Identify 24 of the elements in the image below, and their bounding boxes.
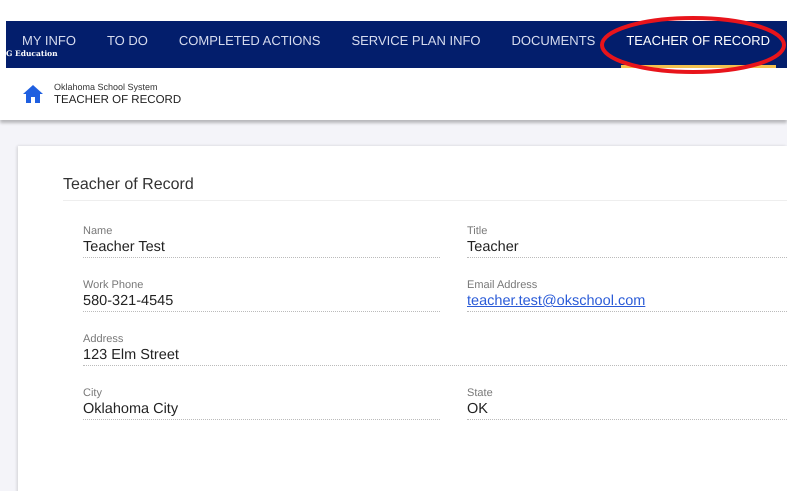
section-title: Teacher of Record xyxy=(63,176,787,201)
page-title: TEACHER OF RECORD xyxy=(54,94,182,106)
field-label: Name xyxy=(83,225,114,237)
nav-tab[interactable]: MY INFO xyxy=(22,34,76,48)
field-value: Teacher xyxy=(467,239,520,255)
nav-tab[interactable]: SERVICE PLAN INFO xyxy=(351,34,481,48)
home-icon[interactable] xyxy=(22,84,44,104)
field-label: Email Address xyxy=(467,279,538,291)
nav-tab[interactable]: TO DO xyxy=(106,34,148,48)
field-label: Work Phone xyxy=(83,279,144,291)
field-value: OK xyxy=(467,401,489,417)
field-label: Title xyxy=(467,225,488,237)
email-link[interactable]: teacher.test@okschool.com xyxy=(467,293,646,309)
field-label: City xyxy=(83,387,103,399)
field-value: Teacher Test xyxy=(83,239,166,255)
nav-tab[interactable]: DOCUMENTS xyxy=(512,34,596,48)
field-value: 580-321-4545 xyxy=(83,293,174,309)
field-label: State xyxy=(467,387,494,399)
field-value: 123 Elm Street xyxy=(83,347,180,363)
nav-tab[interactable]: TEACHER OF RECORD xyxy=(626,34,770,48)
field-value: Oklahoma City xyxy=(83,401,180,417)
field-label: Address xyxy=(83,333,124,345)
nav-tab[interactable]: COMPLETED ACTIONS xyxy=(178,34,320,48)
breadcrumb-parent[interactable]: Oklahoma School System xyxy=(54,82,182,92)
